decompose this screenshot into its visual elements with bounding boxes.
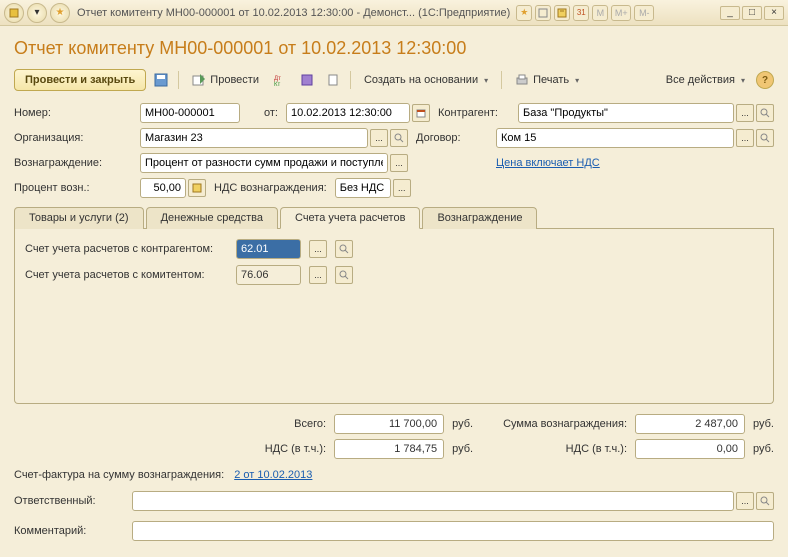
invoice-label: Счет-фактура на сумму вознаграждения:: [14, 469, 224, 481]
vat2-label: НДС (в т.ч.):: [503, 443, 627, 455]
contract-field[interactable]: [496, 128, 734, 148]
tb-favorite-icon[interactable]: ★: [516, 5, 532, 21]
percent-field[interactable]: [140, 178, 186, 198]
vat2-field: 0,00: [635, 439, 745, 459]
responsible-search-icon[interactable]: [756, 492, 774, 510]
account-contractor-select-icon[interactable]: ...: [309, 240, 327, 258]
tb-calc-icon[interactable]: [554, 5, 570, 21]
org-search-icon[interactable]: [390, 129, 408, 147]
window-title: Отчет комитенту МН00-000001 от 10.02.201…: [77, 7, 510, 19]
reward-field[interactable]: [140, 153, 388, 173]
contractor-label: Контрагент:: [438, 107, 510, 119]
reward-select-icon[interactable]: ...: [390, 154, 408, 172]
create-based-button[interactable]: Создать на основании: [357, 70, 495, 90]
maximize-button[interactable]: □: [742, 6, 762, 20]
contractor-select-icon[interactable]: ...: [736, 104, 754, 122]
comment-field[interactable]: [132, 521, 774, 541]
help-button[interactable]: ?: [756, 71, 774, 89]
account-committent-search-icon[interactable]: [335, 266, 353, 284]
calendar-icon[interactable]: [412, 104, 430, 122]
account-committent-field[interactable]: 76.06: [236, 265, 301, 285]
titlebar: ▾ ★ Отчет комитенту МН00-000001 от 10.02…: [0, 0, 788, 26]
list-icon[interactable]: [296, 69, 318, 91]
print-button[interactable]: Печать: [508, 69, 586, 91]
tb-history-icon[interactable]: [535, 5, 551, 21]
page-title: Отчет комитенту МН00-000001 от 10.02.201…: [14, 38, 774, 59]
total-unit: руб.: [452, 418, 473, 430]
reward-sum-unit: руб.: [753, 418, 774, 430]
total-field: 11 700,00: [334, 414, 444, 434]
create-based-label: Создать на основании: [364, 74, 478, 86]
all-actions-label: Все действия: [666, 74, 735, 86]
tabs: Товары и услуги (2) Денежные средства Сч…: [14, 206, 774, 229]
reward-label: Вознаграждение:: [14, 157, 132, 169]
comment-label: Комментарий:: [14, 525, 124, 537]
all-actions-button[interactable]: Все действия: [659, 70, 752, 90]
number-field[interactable]: [140, 103, 240, 123]
percent-calc-icon[interactable]: [188, 179, 206, 197]
tab-content: Счет учета расчетов с контрагентом: 62.0…: [14, 229, 774, 404]
minimize-button[interactable]: _: [720, 6, 740, 20]
dtkt-icon[interactable]: ДтКт: [270, 69, 292, 91]
vat2-unit: руб.: [753, 443, 774, 455]
save-icon[interactable]: [150, 69, 172, 91]
print-label: Печать: [533, 74, 569, 86]
org-label: Организация:: [14, 132, 132, 144]
responsible-select-icon[interactable]: ...: [736, 492, 754, 510]
close-button[interactable]: ×: [764, 6, 784, 20]
toolbar: Провести и закрыть Провести ДтКт Создать…: [14, 69, 774, 91]
account-contractor-label: Счет учета расчетов с контрагентом:: [25, 243, 230, 255]
from-label: от:: [248, 107, 278, 119]
tab-reward[interactable]: Вознаграждение: [422, 207, 537, 229]
account-contractor-search-icon[interactable]: [335, 240, 353, 258]
responsible-label: Ответственный:: [14, 495, 124, 507]
org-select-icon[interactable]: ...: [370, 129, 388, 147]
tb-calendar-icon[interactable]: 31: [573, 5, 589, 21]
doc-icon[interactable]: [322, 69, 344, 91]
post-label: Провести: [210, 74, 259, 86]
account-committent-select-icon[interactable]: ...: [309, 266, 327, 284]
account-committent-label: Счет учета расчетов с комитентом:: [25, 269, 230, 281]
reward-sum-label: Сумма вознаграждения:: [503, 418, 627, 430]
vat-reward-field[interactable]: [335, 178, 391, 198]
tb-mminus-icon[interactable]: M-: [634, 5, 654, 21]
post-and-close-button[interactable]: Провести и закрыть: [14, 69, 146, 91]
responsible-field[interactable]: [132, 491, 734, 511]
price-includes-vat-link[interactable]: Цена включает НДС: [496, 157, 600, 169]
nav-down-icon[interactable]: ▾: [27, 3, 47, 23]
number-label: Номер:: [14, 107, 132, 119]
post-button[interactable]: Провести: [185, 69, 266, 91]
vat-field: 1 784,75: [334, 439, 444, 459]
vat-reward-select-icon[interactable]: ...: [393, 179, 411, 197]
account-contractor-field[interactable]: 62.01: [236, 239, 301, 259]
vat-reward-label: НДС вознаграждения:: [214, 182, 327, 194]
app-menu-icon[interactable]: [4, 3, 24, 23]
vat-label: НДС (в т.ч.):: [265, 443, 326, 455]
vat-unit: руб.: [452, 443, 473, 455]
contract-search-icon[interactable]: [756, 129, 774, 147]
contractor-field[interactable]: [518, 103, 734, 123]
invoice-link[interactable]: 2 от 10.02.2013: [234, 469, 312, 481]
percent-label: Процент возн.:: [14, 182, 132, 194]
svg-text:Кт: Кт: [274, 82, 280, 87]
favorite-star-icon[interactable]: ★: [50, 3, 70, 23]
contract-select-icon[interactable]: ...: [736, 129, 754, 147]
contract-label: Договор:: [416, 132, 488, 144]
contractor-search-icon[interactable]: [756, 104, 774, 122]
tab-goods[interactable]: Товары и услуги (2): [14, 207, 144, 229]
reward-sum-field: 2 487,00: [635, 414, 745, 434]
tb-m-icon[interactable]: M: [592, 5, 608, 21]
tb-mplus-icon[interactable]: M+: [611, 5, 631, 21]
org-field[interactable]: [140, 128, 368, 148]
date-field[interactable]: [286, 103, 410, 123]
tab-accounts[interactable]: Счета учета расчетов: [280, 207, 420, 229]
total-label: Всего:: [265, 418, 326, 430]
tab-money[interactable]: Денежные средства: [146, 207, 278, 229]
